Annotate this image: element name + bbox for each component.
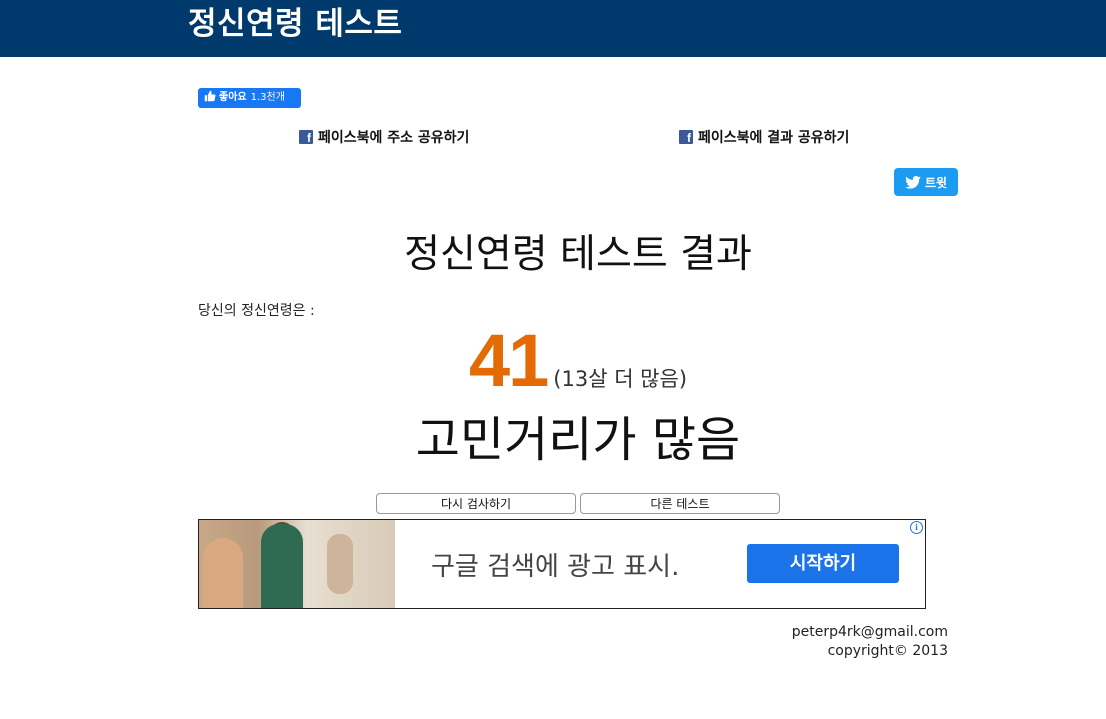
facebook-like-button[interactable]: 좋아요 1.3천개 — [198, 88, 301, 108]
ad-text: 구글 검색에 광고 표시. — [431, 552, 680, 582]
tweet-button[interactable]: 트윗 — [894, 168, 958, 196]
twitter-bird-icon — [905, 175, 921, 189]
ad-image — [199, 520, 395, 608]
ad-info-icon[interactable]: i — [910, 521, 923, 534]
other-test-button[interactable]: 다른 테스트 — [580, 493, 780, 514]
age-difference: (13살 더 많음) — [553, 367, 688, 391]
share-result-link[interactable]: f 페이스북에 결과 공유하기 — [679, 128, 849, 146]
mental-age-value: 41 — [468, 319, 549, 402]
footer-copyright: copyright© 2013 — [827, 643, 948, 659]
share-result-label: 페이스북에 결과 공유하기 — [698, 130, 850, 146]
result-title: 정신연령 테스트 결과 — [404, 232, 752, 277]
footer-email[interactable]: peterp4rk@gmail.com — [792, 623, 948, 642]
tweet-label: 트윗 — [924, 175, 948, 190]
like-label: 좋아요 — [219, 92, 247, 103]
like-count: 1.3천개 — [250, 92, 285, 103]
share-address-label: 페이스북에 주소 공유하기 — [318, 130, 470, 146]
footer: peterp4rk@gmail.com copyright© 2013 — [792, 623, 948, 661]
facebook-icon: f — [299, 130, 313, 144]
site-title[interactable]: 정신연령 테스트 — [188, 5, 402, 43]
top-bar: 정신연령 테스트 — [0, 0, 1106, 57]
share-address-link[interactable]: f 페이스북에 주소 공유하기 — [299, 128, 469, 146]
thumbs-up-icon — [204, 90, 216, 102]
ad-banner[interactable]: 구글 검색에 광고 표시. 시작하기 i — [198, 519, 926, 609]
retry-button[interactable]: 다시 검사하기 — [376, 493, 576, 514]
facebook-icon: f — [679, 130, 693, 144]
result-intro: 당신의 정신연령은 : — [198, 303, 315, 319]
age-row: 41 (13살 더 많음) — [0, 318, 1106, 403]
ad-start-button[interactable]: 시작하기 — [747, 544, 899, 583]
result-verdict: 고민거리가 많음 — [415, 412, 741, 468]
